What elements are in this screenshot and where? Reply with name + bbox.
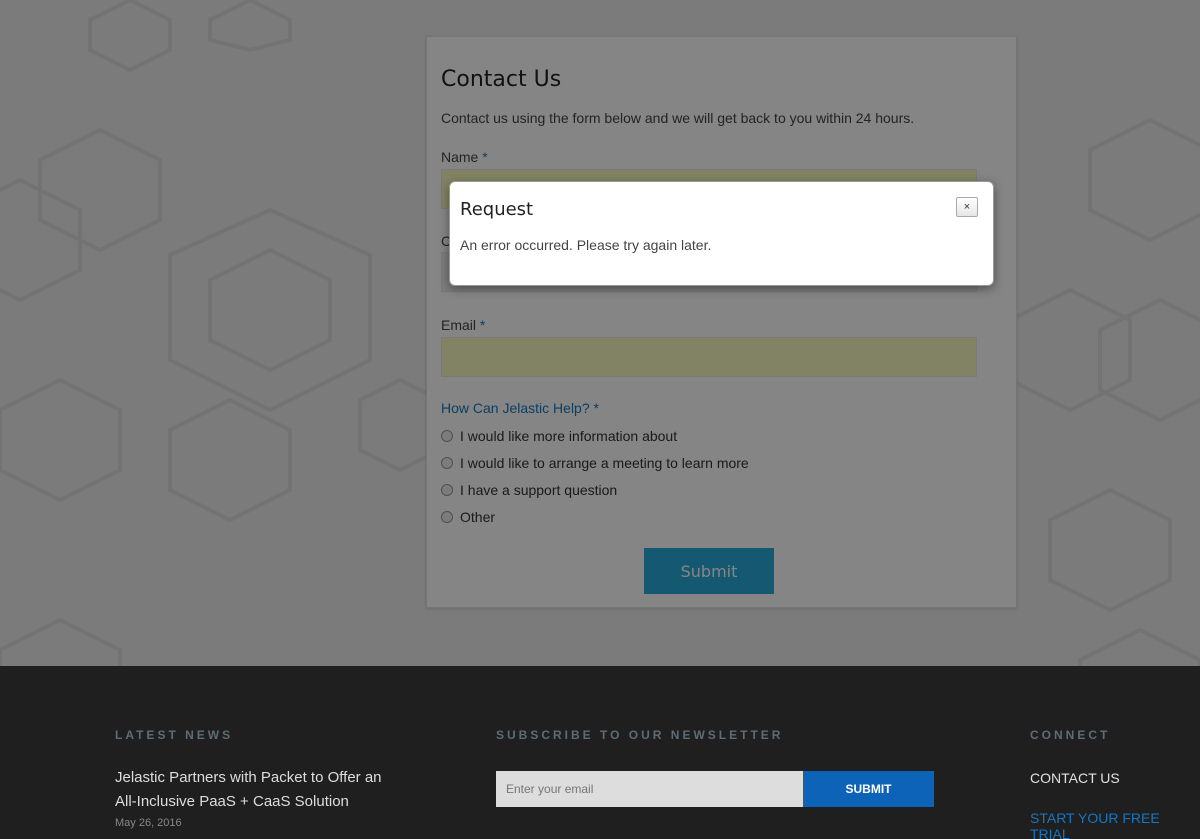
dialog-title: Request (460, 199, 534, 220)
latest-news-heading: LATEST NEWS (115, 728, 234, 742)
free-trial-link[interactable]: START YOUR FREE TRIAL (1030, 810, 1200, 839)
modal-backdrop[interactable] (0, 0, 1200, 666)
contact-us-link[interactable]: CONTACT US (1030, 770, 1120, 786)
close-button[interactable]: × (956, 197, 978, 217)
error-dialog: Request × An error occurred. Please try … (449, 181, 994, 286)
newsletter-submit-button[interactable]: SUBMIT (803, 771, 934, 807)
news-link[interactable]: Jelastic Partners with Packet to Offer a… (115, 766, 405, 814)
news-date: May 26, 2016 (115, 817, 182, 829)
connect-heading: CONNECT (1030, 728, 1111, 742)
site-footer: LATEST NEWS Jelastic Partners with Packe… (0, 666, 1200, 839)
newsletter-email-input[interactable] (496, 771, 803, 807)
newsletter-heading: SUBSCRIBE TO OUR NEWSLETTER (496, 728, 784, 742)
dialog-message: An error occurred. Please try again late… (460, 237, 712, 253)
